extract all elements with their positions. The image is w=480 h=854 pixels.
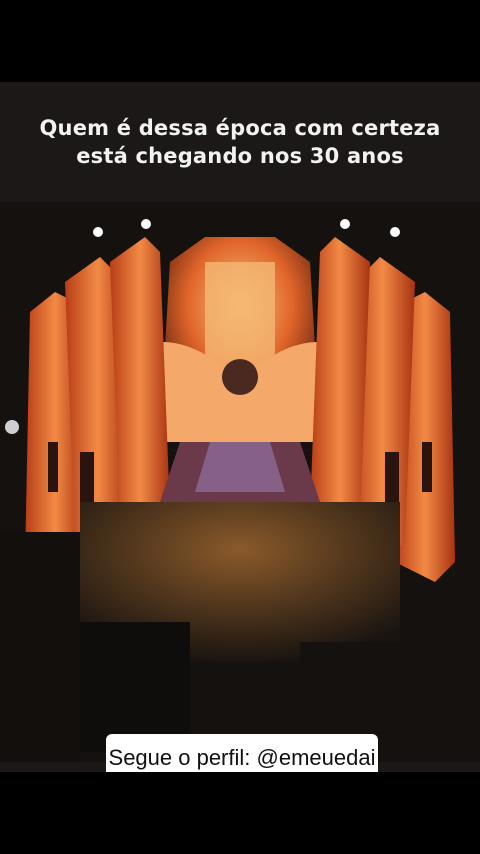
follow-profile-label: Segue o perfil: @emeuedai [108, 745, 376, 770]
concert-stage-photo [0, 202, 480, 762]
caption-text: Quem é dessa época com certeza está cheg… [39, 116, 441, 168]
bottom-letterbox [0, 772, 480, 854]
top-letterbox [0, 0, 480, 82]
video-frame[interactable]: Quem é dessa época com certeza está cheg… [0, 82, 480, 772]
follow-profile-sticker[interactable]: Segue o perfil: @emeuedai [106, 734, 378, 772]
